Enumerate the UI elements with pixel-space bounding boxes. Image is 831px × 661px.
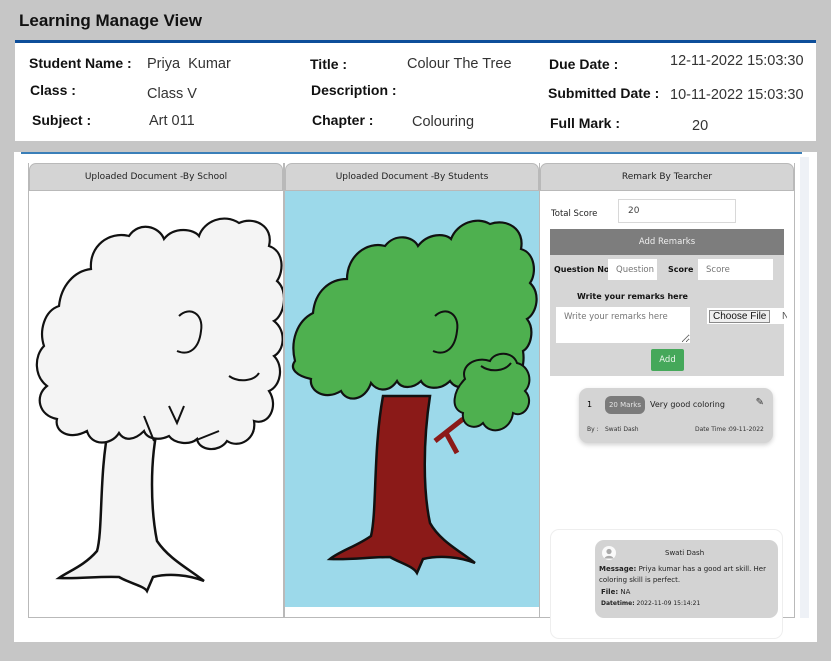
file-value: NA — [620, 588, 631, 596]
title-label: Title : — [310, 56, 348, 72]
message-list: Swati Dash Message: Priya kumar has a go… — [550, 529, 783, 639]
class-value: Class V — [147, 86, 197, 102]
question-no-label: Question No — [554, 265, 610, 274]
student-document-header: Uploaded Document -By Students — [285, 163, 539, 191]
chapter-value: Colouring — [412, 114, 475, 130]
total-score-input[interactable]: 20 — [618, 199, 736, 223]
remarks-label: Write your remarks here — [577, 292, 688, 301]
message-label: Message: — [599, 565, 637, 573]
add-remark-button[interactable]: Add — [651, 349, 684, 371]
score-label: Score — [668, 265, 694, 274]
scrollbar[interactable] — [800, 157, 809, 618]
score-input[interactable] — [698, 259, 773, 280]
school-document-column: Uploaded Document -By School — [28, 163, 284, 618]
file-label: File: — [601, 588, 619, 596]
description-label: Description : — [311, 82, 397, 98]
documents-panel: Uploaded Document -By School Uploaded Do… — [14, 152, 817, 642]
remark-datetime-label: Date Time : — [695, 426, 730, 433]
school-document-image[interactable] — [29, 191, 283, 617]
question-no-input[interactable] — [608, 259, 657, 280]
remark-entry: 1 20 Marks Very good coloring ✎ By : Swa… — [579, 388, 773, 443]
student-document-column: Uploaded Document -By Students — [284, 163, 540, 618]
teacher-remarks-header: Remark By Tearcher — [540, 163, 794, 191]
full-mark-label: Full Mark : — [550, 115, 621, 131]
datetime-label: Datetime: — [601, 600, 635, 607]
due-date-value: 12-11-2022 15:03:30 — [670, 53, 804, 69]
message-item: Swati Dash Message: Priya kumar has a go… — [595, 540, 778, 618]
student-name-value: Priya Kumar — [147, 56, 231, 72]
student-name-label: Student Name : — [29, 55, 132, 71]
marks-badge: 20 Marks — [605, 396, 645, 414]
student-document-image[interactable] — [285, 191, 539, 607]
due-date-label: Due Date : — [549, 56, 619, 72]
add-remarks-title: Add Remarks — [550, 229, 784, 255]
class-label: Class : — [30, 82, 76, 98]
chapter-label: Chapter : — [312, 112, 374, 128]
remarks-textarea[interactable] — [556, 307, 690, 343]
remark-index: 1 — [587, 400, 593, 409]
choose-file-button[interactable]: Choose File — [709, 310, 771, 323]
user-avatar-icon — [602, 546, 616, 560]
full-mark-value: 20 — [692, 118, 709, 134]
datetime-value: 2022-11-09 15:14:21 — [636, 600, 701, 607]
file-chooser[interactable]: Choose File No file chosen — [707, 308, 787, 324]
no-file-text: No file chosen — [782, 311, 787, 324]
remark-text: Very good coloring — [650, 400, 725, 409]
remark-by-label: By : — [587, 426, 599, 433]
message-author: Swati Dash — [665, 549, 705, 557]
panel-divider — [21, 152, 802, 154]
page-title: Learning Manage View — [19, 11, 202, 30]
assignment-info-panel: Student Name : Priya Kumar Class : Class… — [15, 40, 816, 141]
title-value: Colour The Tree — [407, 56, 512, 72]
school-document-header: Uploaded Document -By School — [29, 163, 283, 191]
total-score-label: Total Score — [551, 209, 598, 219]
tree-outline-image — [35, 217, 283, 594]
edit-icon[interactable]: ✎ — [756, 397, 764, 408]
teacher-remarks-column: Remark By Tearcher Total Score 20 Add Re… — [540, 163, 795, 639]
remark-datetime-value: 09-11-2022 — [729, 426, 764, 433]
subject-label: Subject : — [32, 112, 92, 128]
subject-value: Art 011 — [149, 113, 195, 129]
submitted-date-value: 10-11-2022 15:03:30 — [670, 87, 804, 103]
submitted-date-label: Submitted Date : — [548, 85, 660, 101]
add-remarks-form: Add Remarks Question No Score Write your… — [550, 229, 787, 376]
tree-coloured-image — [291, 219, 538, 576]
remark-by-value: Swati Dash — [605, 426, 639, 433]
